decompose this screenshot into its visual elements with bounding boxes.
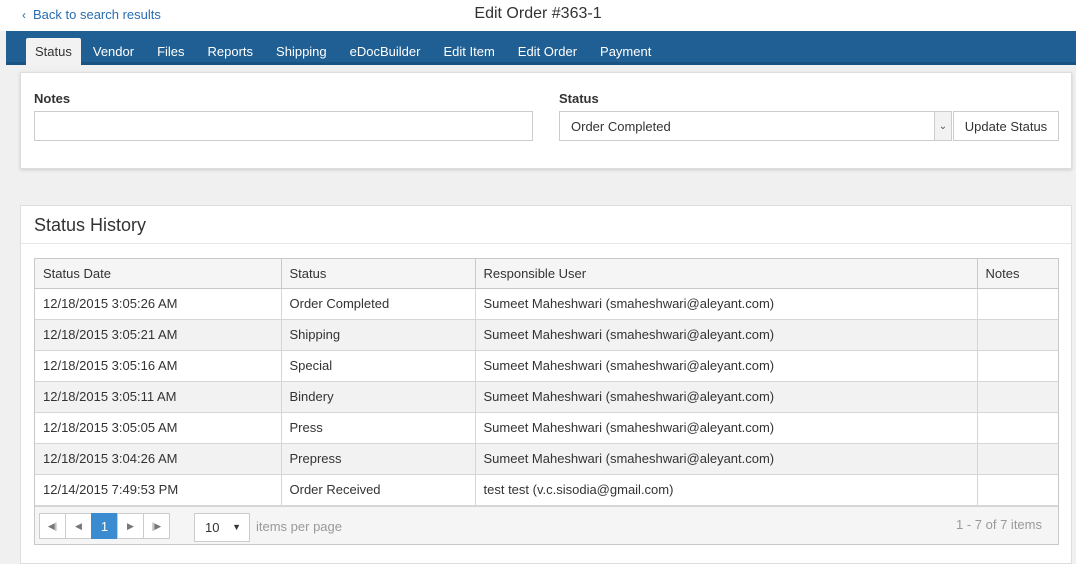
left-strip bbox=[0, 31, 6, 564]
first-page-button[interactable]: ◀| bbox=[39, 513, 66, 539]
tab-vendor[interactable]: Vendor bbox=[82, 38, 145, 65]
chevron-down-icon[interactable]: ⌄ bbox=[934, 112, 951, 140]
last-page-icon: |▶ bbox=[151, 520, 162, 531]
status-select-value: Order Completed bbox=[571, 119, 671, 134]
status-date-cell: 12/14/2015 7:49:53 PM bbox=[35, 474, 282, 506]
table-row[interactable]: 12/18/2015 3:05:11 AM Bindery Sumeet Mahes… bbox=[35, 381, 1058, 413]
tab-edit-order[interactable]: Edit Order bbox=[507, 38, 588, 65]
first-page-icon: ◀| bbox=[47, 520, 58, 531]
column-header-notes[interactable]: Notes bbox=[977, 259, 1058, 289]
status-cell: Special bbox=[281, 350, 476, 382]
notes-cell bbox=[977, 319, 1058, 351]
page-number-button[interactable]: 1 bbox=[91, 513, 118, 539]
status-update-panel: Notes Status Order Completed ⌄ Update St… bbox=[20, 72, 1072, 169]
status-cell: Order Completed bbox=[281, 288, 476, 320]
status-cell: Order Received bbox=[281, 474, 476, 506]
pager: ◀| ◀ 1 ▶ |▶ 10 ▼ items per page 1 - 7 of… bbox=[35, 506, 1058, 544]
status-history-grid: Status Date Status Responsible User Note… bbox=[34, 258, 1059, 545]
status-date-cell: 12/18/2015 3:05:21 AM bbox=[35, 319, 282, 351]
tabs: Status Vendor Files Reports Shipping eDocBuil… bbox=[26, 38, 663, 65]
tab-payment[interactable]: Payment bbox=[589, 38, 662, 65]
page-size-value: 10 bbox=[205, 520, 220, 535]
notes-cell bbox=[977, 474, 1058, 506]
tab-edit-item[interactable]: Edit Item bbox=[432, 38, 505, 65]
responsible-user-cell: Sumeet Maheshwari (smaheshwari@aleyant.c… bbox=[475, 319, 978, 351]
status-date-cell: 12/18/2015 3:05:11 AM bbox=[35, 381, 282, 413]
responsible-user-cell: Sumeet Maheshwari (smaheshwari@aleyant.c… bbox=[475, 381, 978, 413]
status-date-cell: 12/18/2015 3:05:16 AM bbox=[35, 350, 282, 382]
table-row[interactable]: 12/18/2015 3:05:26 AM Order Completed Sume… bbox=[35, 288, 1058, 320]
column-header-responsible-user[interactable]: Responsible User bbox=[475, 259, 978, 289]
last-page-button[interactable]: |▶ bbox=[143, 513, 170, 539]
status-date-cell: 12/18/2015 3:04:26 AM bbox=[35, 443, 282, 475]
responsible-user-cell: Sumeet Maheshwari (smaheshwari@aleyant.c… bbox=[475, 288, 978, 320]
status-select[interactable]: Order Completed ⌄ bbox=[559, 111, 952, 141]
item-count-label: 1 - 7 of 7 items bbox=[956, 517, 1042, 532]
responsible-user-cell: Sumeet Maheshwari (smaheshwari@aleyant.c… bbox=[475, 350, 978, 382]
status-date-cell: 12/18/2015 3:05:05 AM bbox=[35, 412, 282, 444]
notes-cell bbox=[977, 288, 1058, 320]
status-cell: Prepress bbox=[281, 443, 476, 475]
next-page-icon: ▶ bbox=[127, 520, 134, 531]
responsible-user-cell: Sumeet Maheshwari (smaheshwari@aleyant.c… bbox=[475, 412, 978, 444]
responsible-user-cell: test test (v.c.sisodia@gmail.com) bbox=[475, 474, 978, 506]
status-cell: Shipping bbox=[281, 319, 476, 351]
status-cell: Bindery bbox=[281, 381, 476, 413]
tab-bar: Status Vendor Files Reports Shipping eDocBuil… bbox=[6, 31, 1076, 65]
caret-down-icon: ▼ bbox=[232, 522, 241, 532]
status-history-panel: Status History Status Date Status Respon… bbox=[20, 205, 1072, 564]
column-header-status-date[interactable]: Status Date bbox=[35, 259, 282, 289]
page-title: Edit Order #363-1 bbox=[474, 5, 602, 22]
tab-status[interactable]: Status bbox=[26, 38, 81, 65]
tab-shipping[interactable]: Shipping bbox=[265, 38, 338, 65]
previous-page-button[interactable]: ◀ bbox=[65, 513, 92, 539]
notes-cell bbox=[977, 381, 1058, 413]
notes-cell bbox=[977, 443, 1058, 475]
notes-cell bbox=[977, 412, 1058, 444]
previous-page-icon: ◀ bbox=[75, 520, 82, 531]
table-header-row: Status Date Status Responsible User Note… bbox=[35, 259, 1058, 289]
divider bbox=[21, 243, 1071, 244]
page-size-select[interactable]: 10 ▼ bbox=[194, 513, 250, 542]
table-row[interactable]: 12/18/2015 3:05:05 AM Press Sumeet Maheshw… bbox=[35, 412, 1058, 444]
table-body: 12/18/2015 3:05:26 AM Order Completed Sume… bbox=[35, 288, 1058, 506]
notes-cell bbox=[977, 350, 1058, 382]
tab-reports[interactable]: Reports bbox=[197, 38, 265, 65]
items-per-page-label: items per page bbox=[256, 519, 342, 534]
tab-edocbuilder[interactable]: eDocBuilder bbox=[339, 38, 432, 65]
responsible-user-cell: Sumeet Maheshwari (smaheshwari@aleyant.c… bbox=[475, 443, 978, 475]
next-page-button[interactable]: ▶ bbox=[117, 513, 144, 539]
table-row[interactable]: 12/14/2015 7:49:53 PM Order Received test … bbox=[35, 474, 1058, 506]
table-row[interactable]: 12/18/2015 3:05:21 AM Shipping Sumeet Mahe… bbox=[35, 319, 1058, 351]
notes-input[interactable] bbox=[34, 111, 533, 141]
top-bar: ‹ Back to search results Edit Order #363… bbox=[0, 0, 1076, 31]
status-cell: Press bbox=[281, 412, 476, 444]
column-header-status[interactable]: Status bbox=[281, 259, 476, 289]
notes-label: Notes bbox=[34, 91, 71, 106]
table-row[interactable]: 12/18/2015 3:04:26 AM Prepress Sumeet Mahe… bbox=[35, 443, 1058, 475]
table-row[interactable]: 12/18/2015 3:05:16 AM Special Sumeet Mahes… bbox=[35, 350, 1058, 382]
status-history-table: Status Date Status Responsible User Note… bbox=[35, 259, 1058, 506]
status-label: Status bbox=[559, 91, 599, 106]
section-title: Status History bbox=[34, 215, 147, 235]
tab-files[interactable]: Files bbox=[146, 38, 195, 65]
status-date-cell: 12/18/2015 3:05:26 AM bbox=[35, 288, 282, 320]
update-status-button[interactable]: Update Status bbox=[953, 111, 1059, 141]
